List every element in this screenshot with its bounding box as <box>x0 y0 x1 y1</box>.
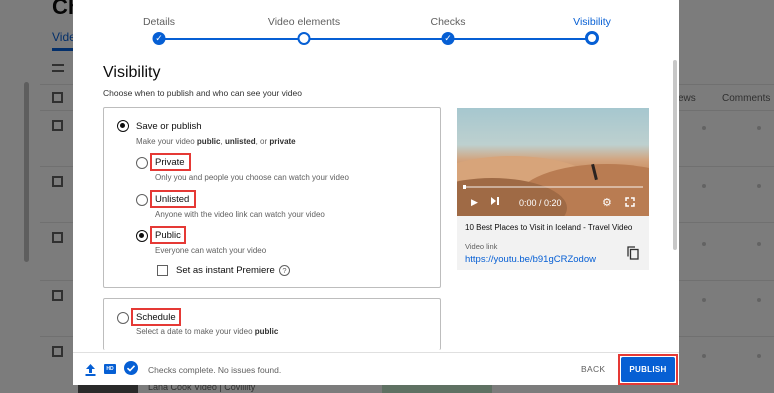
schedule-desc: Select a date to make your video public <box>136 327 279 336</box>
video-progress-bar[interactable] <box>463 186 643 188</box>
save-or-publish-radio[interactable] <box>117 120 129 132</box>
upload-icon <box>85 363 96 381</box>
status-text: Checks complete. No issues found. <box>148 365 282 375</box>
video-preview-card: ▶ 0:00 / 0:20 ⚙ 10 Best Places to Visit … <box>457 108 649 270</box>
schedule-label[interactable]: Schedule <box>136 312 176 323</box>
private-label[interactable]: Private <box>155 157 185 168</box>
hd-icon: HD <box>104 364 116 374</box>
step-video-elements-dot[interactable] <box>297 32 311 45</box>
unlisted-radio[interactable] <box>136 194 148 206</box>
private-radio[interactable] <box>136 157 148 169</box>
skip-next-icon[interactable] <box>490 196 500 208</box>
dialog-footer: HD Checks complete. No issues found. BAC… <box>73 352 679 385</box>
video-title: 10 Best Places to Visit in Iceland - Tra… <box>465 223 633 232</box>
upload-dialog: Details ✓ Video elements Checks ✓ Visibi… <box>73 0 679 385</box>
instant-premiere-checkbox[interactable] <box>157 265 168 276</box>
public-radio[interactable] <box>136 230 148 242</box>
save-or-publish-panel: Save or publish Make your video public, … <box>103 107 441 288</box>
video-progress-handle[interactable] <box>463 185 466 189</box>
unlisted-desc: Anyone with the video link can watch you… <box>155 210 325 219</box>
back-button[interactable]: BACK <box>581 364 605 374</box>
help-icon[interactable]: ? <box>279 265 290 276</box>
progress-stepper: Details ✓ Video elements Checks ✓ Visibi… <box>73 0 679 50</box>
video-link-label: Video link <box>465 242 498 251</box>
schedule-panel: Schedule Select a date to make your vide… <box>103 298 441 350</box>
step-video-elements-label[interactable]: Video elements <box>268 16 340 28</box>
public-label[interactable]: Public <box>155 230 181 241</box>
schedule-radio[interactable] <box>117 312 129 324</box>
fullscreen-icon[interactable] <box>625 197 635 209</box>
instant-premiere-label[interactable]: Set as instant Premiere <box>176 265 275 276</box>
page-subtitle: Choose when to publish and who can see y… <box>103 88 302 98</box>
save-or-publish-desc: Make your video public, unlisted, or pri… <box>136 137 296 146</box>
settings-gear-icon[interactable]: ⚙ <box>602 196 612 209</box>
dialog-scrollbar[interactable] <box>673 60 677 250</box>
save-or-publish-label: Save or publish <box>136 121 202 132</box>
play-icon[interactable]: ▶ <box>471 197 478 208</box>
video-player[interactable]: ▶ 0:00 / 0:20 ⚙ <box>457 108 649 216</box>
unlisted-label[interactable]: Unlisted <box>155 194 189 205</box>
private-desc: Only you and people you choose can watch… <box>155 173 349 182</box>
step-checks-label[interactable]: Checks <box>430 16 465 28</box>
public-desc: Everyone can watch your video <box>155 246 267 255</box>
video-time: 0:00 / 0:20 <box>519 198 562 208</box>
checks-complete-icon <box>124 361 138 380</box>
step-visibility-dot[interactable] <box>585 31 599 45</box>
step-checks-check-icon[interactable]: ✓ <box>441 32 455 45</box>
copy-icon[interactable] <box>627 246 639 260</box>
page-title: Visibility <box>103 64 161 81</box>
publish-button[interactable]: PUBLISH <box>621 357 675 382</box>
step-details-check-icon[interactable]: ✓ <box>152 32 166 45</box>
step-details-label[interactable]: Details <box>143 16 175 28</box>
step-visibility-label[interactable]: Visibility <box>573 16 611 28</box>
video-link[interactable]: https://youtu.be/b91gCRZodow <box>465 254 596 265</box>
stepper-line <box>159 38 591 40</box>
